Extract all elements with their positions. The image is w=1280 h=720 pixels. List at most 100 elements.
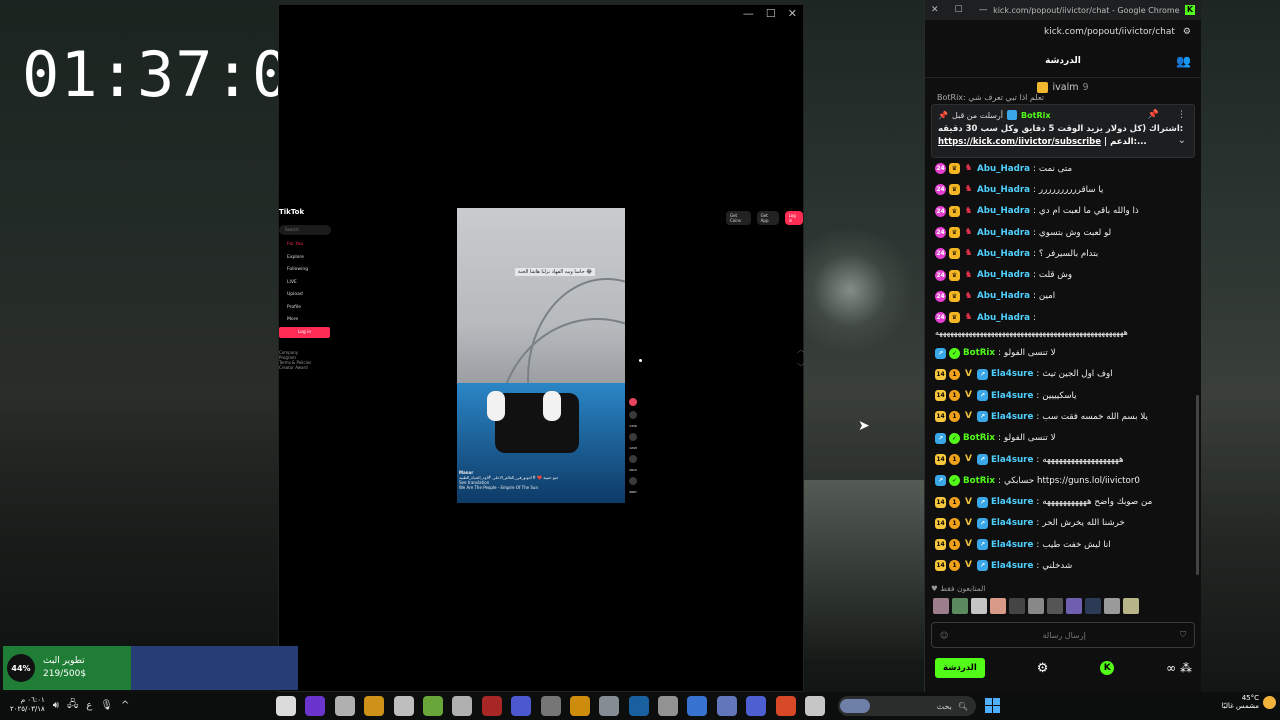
- chat-message[interactable]: ↗ ✓ BotRix: لا تنسى الفولو: [935, 428, 1197, 449]
- unpin-icon[interactable]: 📌: [1148, 110, 1159, 120]
- chat-username[interactable]: Ela4sure: [991, 412, 1033, 422]
- chat-username[interactable]: BotRix: [963, 433, 995, 443]
- chat-username[interactable]: Abu_Hadra: [977, 313, 1030, 323]
- minimize-icon[interactable]: —: [743, 7, 754, 20]
- nav-item-live[interactable]: LIVE: [281, 277, 308, 290]
- get-coins-button[interactable]: Get Coins: [726, 211, 751, 225]
- taskbar-app-icon[interactable]: [805, 696, 826, 716]
- maximize-icon[interactable]: ☐: [766, 7, 776, 20]
- more-icon[interactable]: ⋮: [1177, 110, 1186, 120]
- chat-send-button[interactable]: الدردشة: [935, 658, 985, 678]
- close-icon[interactable]: ✕: [931, 5, 939, 15]
- avatar[interactable]: [1028, 598, 1044, 614]
- chat-username[interactable]: Abu_Hadra: [977, 291, 1030, 301]
- taskbar-app-icon[interactable]: [481, 696, 502, 716]
- avatar[interactable]: [1047, 598, 1063, 614]
- chat-message[interactable]: ↗ ✓ BotRix: حسابكي https://guns.lol/iivicto…: [935, 470, 1197, 491]
- like-icon[interactable]: [629, 411, 637, 419]
- taskbar-app-icon[interactable]: [658, 696, 679, 716]
- top-login-button[interactable]: Log in: [784, 211, 803, 225]
- site-settings-icon[interactable]: ⚙: [1183, 27, 1191, 37]
- chat-message[interactable]: 14 1 V ↗ Ela4sure: من صوبك واضح هههههههههههه: [935, 491, 1197, 512]
- avatar[interactable]: [990, 598, 1006, 614]
- close-icon[interactable]: ✕: [788, 7, 797, 20]
- taskbar-app-icon[interactable]: [422, 696, 443, 716]
- bookmark-icon[interactable]: [629, 455, 637, 463]
- chat-username[interactable]: Ela4sure: [991, 369, 1033, 379]
- maximize-icon[interactable]: ☐: [955, 5, 963, 15]
- creator-avatar[interactable]: [629, 398, 637, 406]
- chat-message[interactable]: 24 ♛ ♞ Abu_Hadra: بتدام بالسيرفر ؟: [935, 243, 1197, 264]
- taskbar-app-icon[interactable]: [276, 696, 296, 716]
- chat-username[interactable]: Ela4sure: [991, 391, 1033, 401]
- chat-username[interactable]: BotRix: [963, 348, 995, 358]
- tray-overflow-icon[interactable]: ^: [121, 700, 129, 711]
- chat-message[interactable]: 24 ♛ ♞ Abu_Hadra: لو لعبت وش بتسوي: [935, 222, 1197, 243]
- chat-message[interactable]: 14 1 V ↗ Ela4sure: هههههههههههههههههههه: [935, 449, 1197, 470]
- chevron-down-icon[interactable]: ⌄: [1178, 135, 1186, 146]
- music-track[interactable]: We Are The People - Empire Of The Sun: [459, 485, 624, 490]
- chat-username[interactable]: BotRix: [963, 476, 995, 486]
- chat-message[interactable]: 14 1 V ↗ Ela4sure: انا ليش خفت طيب: [935, 534, 1197, 555]
- chat-username[interactable]: Ela4sure: [991, 540, 1033, 550]
- avatar[interactable]: [1066, 598, 1082, 614]
- get-app-button[interactable]: Get App: [756, 211, 779, 225]
- chat-username[interactable]: Ela4sure: [991, 518, 1033, 528]
- microphone-icon[interactable]: 🎙︎: [100, 700, 113, 711]
- kick-k-icon[interactable]: K: [1100, 661, 1115, 675]
- taskbar-app-icon[interactable]: [716, 696, 737, 716]
- chat-scrollbar[interactable]: [1196, 395, 1199, 575]
- url-text[interactable]: kick.com/popout/iivictor/chat: [1044, 27, 1175, 37]
- taskbar-app-icon[interactable]: [334, 696, 355, 716]
- taskbar-app-icon[interactable]: [687, 696, 708, 716]
- share-icon[interactable]: [629, 477, 637, 485]
- shield-icon[interactable]: ⛉: [1180, 630, 1186, 640]
- nav-item-profile[interactable]: Profile: [281, 302, 308, 315]
- chat-username[interactable]: Ela4sure: [991, 455, 1033, 465]
- taskbar-app-icon[interactable]: [746, 696, 767, 716]
- chat-username[interactable]: Ela4sure: [991, 497, 1033, 507]
- taskbar-app-icon[interactable]: [628, 696, 649, 716]
- nav-item-upload[interactable]: Upload: [281, 289, 308, 302]
- avatar[interactable]: [952, 598, 968, 614]
- pinned-message[interactable]: 📌 أرسلت من قبل BotRix 📌 ⋮ اشتراك (كل دول…: [931, 104, 1195, 158]
- settings-gear-icon[interactable]: ⚙: [1037, 661, 1049, 676]
- chat-message[interactable]: 24 ♛ ♞ Abu_Hadra:: [935, 307, 1197, 328]
- clock-date[interactable]: ٠٦:٠١ م ٢٠٢٥/٠٣/١٨: [10, 696, 45, 714]
- comment-icon[interactable]: [629, 433, 637, 441]
- taskbar-app-icon[interactable]: [393, 696, 414, 716]
- tiktok-video-player[interactable]: حاسا وبيه القهاد نزلنا هاشا الجنة 😂 Mana…: [457, 208, 625, 503]
- chat-username[interactable]: Ela4sure: [991, 561, 1033, 571]
- address-bar[interactable]: kick.com/popout/iivictor/chat ⚙: [925, 20, 1201, 44]
- chat-username[interactable]: Abu_Hadra: [977, 249, 1030, 259]
- chevron-up-icon[interactable]: ︿: [797, 341, 805, 359]
- tiktok-login-button[interactable]: Log in: [279, 327, 330, 338]
- taskbar-app-icon[interactable]: [452, 696, 473, 716]
- viewer-name[interactable]: ivalm: [1052, 82, 1078, 93]
- chat-message[interactable]: 14 1 V ↗ Ela4sure: ياسكيييين: [935, 385, 1197, 406]
- taskbar-app-icon[interactable]: [540, 696, 561, 716]
- tiktok-logo[interactable]: TikTok: [279, 208, 304, 216]
- user-list-icon[interactable]: 👥: [1176, 54, 1191, 68]
- taskbar-app-icon[interactable]: [364, 696, 385, 716]
- nav-item-more[interactable]: More: [281, 314, 308, 327]
- avatar[interactable]: [971, 598, 987, 614]
- chat-username[interactable]: Abu_Hadra: [977, 270, 1030, 280]
- chat-username[interactable]: Abu_Hadra: [977, 228, 1030, 238]
- chat-username[interactable]: Abu_Hadra: [977, 206, 1030, 216]
- chat-message[interactable]: 24 ♛ ♞ Abu_Hadra: وش قلت: [935, 264, 1197, 285]
- network-icon[interactable]: 🖧︎: [67, 697, 78, 714]
- nav-item-following[interactable]: Following: [281, 264, 308, 277]
- start-button[interactable]: [985, 698, 1000, 713]
- weather-widget[interactable]: 45°C مشمس غالبًا: [1222, 694, 1276, 710]
- nav-item-explore[interactable]: Explore: [281, 252, 308, 265]
- avatar[interactable]: [1123, 598, 1139, 614]
- chat-message[interactable]: 14 1 V ↗ Ela4sure: شدخلني: [935, 555, 1197, 576]
- video-nav-arrows[interactable]: ︿ ﹀: [797, 341, 805, 377]
- avatar[interactable]: [1104, 598, 1120, 614]
- taskbar-search[interactable]: بحث 🔍︎: [838, 696, 976, 716]
- chat-message[interactable]: 14 1 V ↗ Ela4sure: خرشنا الله يخرش الحر: [935, 513, 1197, 534]
- chat-message[interactable]: ↗ ✓ BotRix: لا تنسى الفولو: [935, 342, 1197, 363]
- chat-message[interactable]: 14 1 V ↗ Ela4sure: اوف اول الجين تيث: [935, 364, 1197, 385]
- infinity-icon[interactable]: ∞ ⁂: [1166, 661, 1192, 675]
